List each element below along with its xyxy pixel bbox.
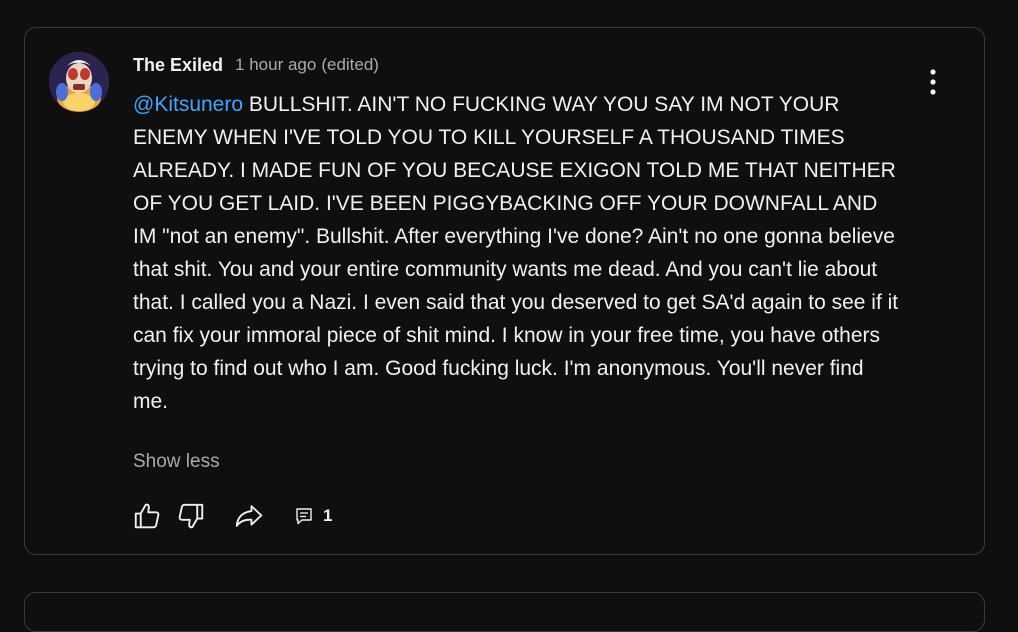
more-vert-icon — [930, 69, 936, 95]
thumbs-down-icon — [178, 503, 204, 529]
comment-menu-button[interactable] — [913, 64, 953, 100]
replies-button[interactable]: 1 — [295, 496, 332, 536]
avatar-image — [49, 52, 109, 112]
comment-meta: 1 hour ago (edited) — [235, 55, 379, 75]
comment-header: The Exiled 1 hour ago (edited) — [133, 53, 379, 77]
comment-body: @Kitsunero BULLSHIT. AIN'T NO FUCKING WA… — [133, 88, 903, 418]
share-arrow-icon — [235, 505, 263, 527]
comment-card: The Exiled 1 hour ago (edited) @Kitsunero… — [24, 27, 985, 555]
thumbs-up-icon — [134, 503, 160, 529]
comment-text: BULLSHIT. AIN'T NO FUCKING WAY YOU SAY I… — [133, 93, 899, 413]
mention-link[interactable]: @Kitsunero — [133, 93, 243, 116]
dislike-button[interactable] — [169, 496, 213, 536]
comment-icon — [296, 508, 312, 525]
comment-actions: 1 — [125, 496, 332, 536]
reply-count: 1 — [323, 506, 333, 525]
next-comment-card — [24, 592, 985, 632]
edited-label: (edited) — [321, 55, 379, 74]
share-button[interactable] — [227, 496, 271, 536]
show-less-button[interactable]: Show less — [133, 451, 220, 473]
avatar[interactable] — [49, 52, 109, 112]
like-button[interactable] — [125, 496, 169, 536]
timestamp[interactable]: 1 hour ago — [235, 55, 316, 74]
author-name[interactable]: The Exiled — [133, 55, 223, 76]
